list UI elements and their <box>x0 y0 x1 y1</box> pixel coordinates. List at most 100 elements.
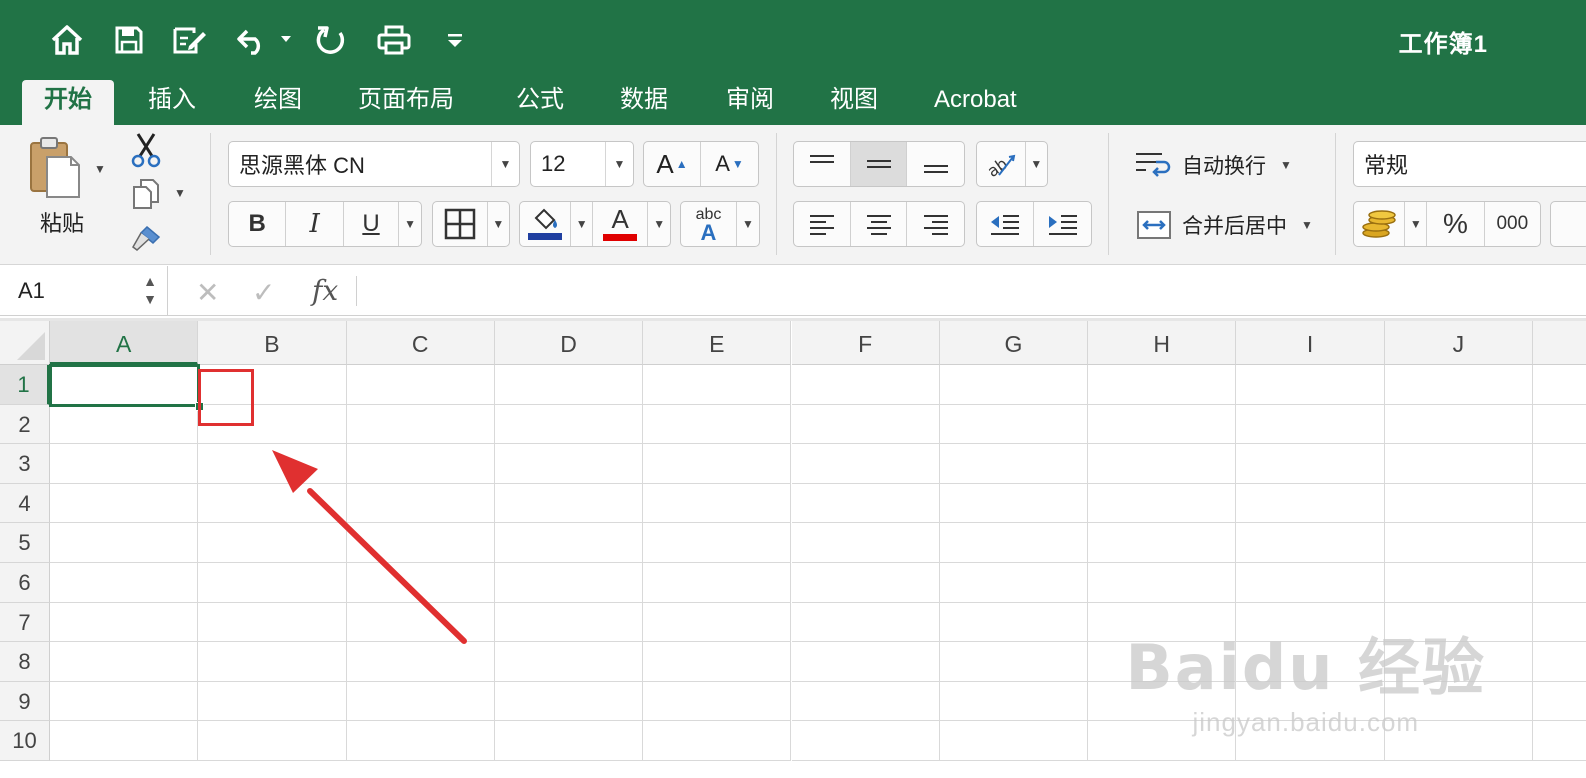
tab-view[interactable]: 视图 <box>808 80 900 125</box>
number-format-value: 常规 <box>1364 153 1409 178</box>
formula-divider <box>356 276 357 306</box>
grow-font-button[interactable]: A ▲ <box>644 142 702 186</box>
phonetic-button[interactable]: abc A <box>681 202 737 246</box>
insert-function-icon[interactable]: fx <box>312 274 338 307</box>
font-color-button[interactable]: A <box>593 202 649 246</box>
align-left-icon[interactable] <box>794 202 851 246</box>
font-size-value: 12 <box>541 151 566 176</box>
title-bar: 工作簿1 <box>0 0 1586 80</box>
redo-icon[interactable] <box>310 20 352 60</box>
color-group: ▼ A ▼ <box>519 201 671 247</box>
wrap-text-dropdown-arrow[interactable]: ▼ <box>1280 158 1292 172</box>
print-icon[interactable] <box>372 20 416 60</box>
underline-button[interactable]: U <box>344 202 400 246</box>
font-name-select[interactable]: 思源黑体 CN ▼ <box>228 141 520 187</box>
phonetic-group: abc A ▼ <box>680 201 760 247</box>
tab-draw[interactable]: 绘图 <box>232 80 324 125</box>
phonetic-bottom: A <box>700 220 717 245</box>
bold-button[interactable]: B <box>229 202 287 246</box>
phonetic-dropdown-arrow[interactable]: ▼ <box>737 202 759 246</box>
fill-color-icon[interactable] <box>520 202 572 246</box>
separator <box>1108 133 1109 255</box>
name-box-value: A1 <box>18 278 45 303</box>
paste-dropdown-arrow[interactable]: ▼ <box>92 161 108 177</box>
name-box[interactable]: A1 ▲ ▼ <box>0 266 168 316</box>
tab-page-layout[interactable]: 页面布局 <box>336 80 476 125</box>
ribbon-tabs: 开始 插入 绘图 页面布局 公式 数据 审阅 视图 Acrobat <box>0 80 1586 125</box>
borders-dropdown-arrow[interactable]: ▼ <box>488 202 509 246</box>
cut-icon[interactable] <box>128 131 164 169</box>
fill-color-swatch <box>528 233 563 240</box>
copy-dropdown-arrow[interactable]: ▼ <box>172 185 188 201</box>
save-icon[interactable] <box>108 20 150 60</box>
enter-icon[interactable]: ✓ <box>252 276 275 309</box>
tab-review[interactable]: 审阅 <box>704 80 796 125</box>
arrow-up-icon: ▲ <box>675 157 688 171</box>
arrow-down-icon: ▼ <box>731 157 744 171</box>
align-bottom-icon[interactable] <box>907 142 964 186</box>
wrap-text-icon <box>1136 153 1171 177</box>
font-color-dropdown-arrow[interactable]: ▼ <box>648 202 670 246</box>
tab-insert[interactable]: 插入 <box>126 80 218 125</box>
underline-dropdown-arrow[interactable]: ▼ <box>399 202 421 246</box>
font-size-adjust-group: A ▲ A ▼ <box>643 141 759 187</box>
wrap-text-label: 自动换行 <box>1182 155 1266 178</box>
tab-data[interactable]: 数据 <box>598 80 690 125</box>
font-color-swatch <box>603 234 638 241</box>
copy-icon[interactable] <box>128 177 164 211</box>
increase-indent-icon[interactable] <box>1034 202 1091 246</box>
merge-center-dropdown-arrow[interactable]: ▼ <box>1301 218 1313 232</box>
italic-button[interactable]: I <box>286 202 344 246</box>
percent-button[interactable]: % <box>1427 202 1485 246</box>
paste-label[interactable]: 粘贴 <box>30 207 94 237</box>
vertical-align-group <box>793 141 965 187</box>
name-box-spinner-icon[interactable]: ▲ ▼ <box>143 272 157 308</box>
borders-icon[interactable] <box>433 202 488 246</box>
tab-formulas[interactable]: 公式 <box>494 80 586 125</box>
svg-text:ab: ab <box>985 154 1011 179</box>
undo-icon[interactable] <box>232 20 294 60</box>
borders-group: ▼ <box>432 201 510 247</box>
align-top-icon[interactable] <box>794 142 851 186</box>
chevron-down-icon[interactable]: ▼ <box>491 142 519 186</box>
font-name-value: 思源黑体 CN <box>239 153 365 178</box>
tab-home[interactable]: 开始 <box>22 80 114 125</box>
font-size-select[interactable]: 12 ▼ <box>530 141 634 187</box>
watermark-brand: Baidu 经验 <box>1125 631 1486 704</box>
tab-acrobat[interactable]: Acrobat <box>912 80 1039 125</box>
fill-color-dropdown-arrow[interactable]: ▼ <box>571 202 594 246</box>
decrease-indent-icon[interactable] <box>977 202 1035 246</box>
number-style-group: ▼ % 000 <box>1353 201 1541 247</box>
orientation-group: ab ▼ <box>976 141 1048 187</box>
decimal-button[interactable] <box>1550 201 1586 247</box>
home-icon[interactable] <box>46 20 88 60</box>
merge-center-label: 合并后居中 <box>1182 215 1287 238</box>
shrink-font-button[interactable]: A ▼ <box>701 142 758 186</box>
orientation-dropdown-arrow[interactable]: ▼ <box>1026 142 1047 186</box>
formula-input[interactable] <box>370 266 1586 316</box>
merge-center-icon <box>1137 211 1171 239</box>
align-center-icon[interactable] <box>851 202 908 246</box>
edit-icon[interactable] <box>168 20 212 60</box>
chevron-down-icon[interactable]: ▼ <box>605 142 633 186</box>
format-painter-icon[interactable] <box>128 221 164 255</box>
align-middle-icon[interactable] <box>850 142 908 186</box>
comma-style-button[interactable]: 000 <box>1485 202 1540 246</box>
cancel-icon[interactable]: ✕ <box>196 276 219 309</box>
workbook-title: 工作簿1 <box>1398 31 1488 58</box>
paste-icon[interactable] <box>20 133 90 203</box>
text-orientation-icon[interactable]: ab <box>977 142 1026 186</box>
separator <box>1335 133 1336 255</box>
grow-font-label: A <box>656 148 674 179</box>
font-style-group: B I U ▼ <box>228 201 422 247</box>
watermark: Baidu 经验 jingyan.baidu.com <box>1126 617 1486 738</box>
separator <box>210 133 211 255</box>
customize-icon[interactable] <box>440 20 470 60</box>
number-format-select[interactable]: 常规 <box>1353 141 1586 187</box>
accounting-format-icon[interactable] <box>1354 202 1406 246</box>
formula-bar: A1 ▲ ▼ ✕ ✓ fx <box>0 266 1586 316</box>
align-right-icon[interactable] <box>907 202 964 246</box>
indent-group <box>976 201 1092 247</box>
worksheet-grid: ABCDEFGHIJ 1 2 3 4 5 6 7 8 9 10 Baidu 经验 jingyan.… <box>0 318 1586 778</box>
accounting-dropdown-arrow[interactable]: ▼ <box>1405 202 1428 246</box>
